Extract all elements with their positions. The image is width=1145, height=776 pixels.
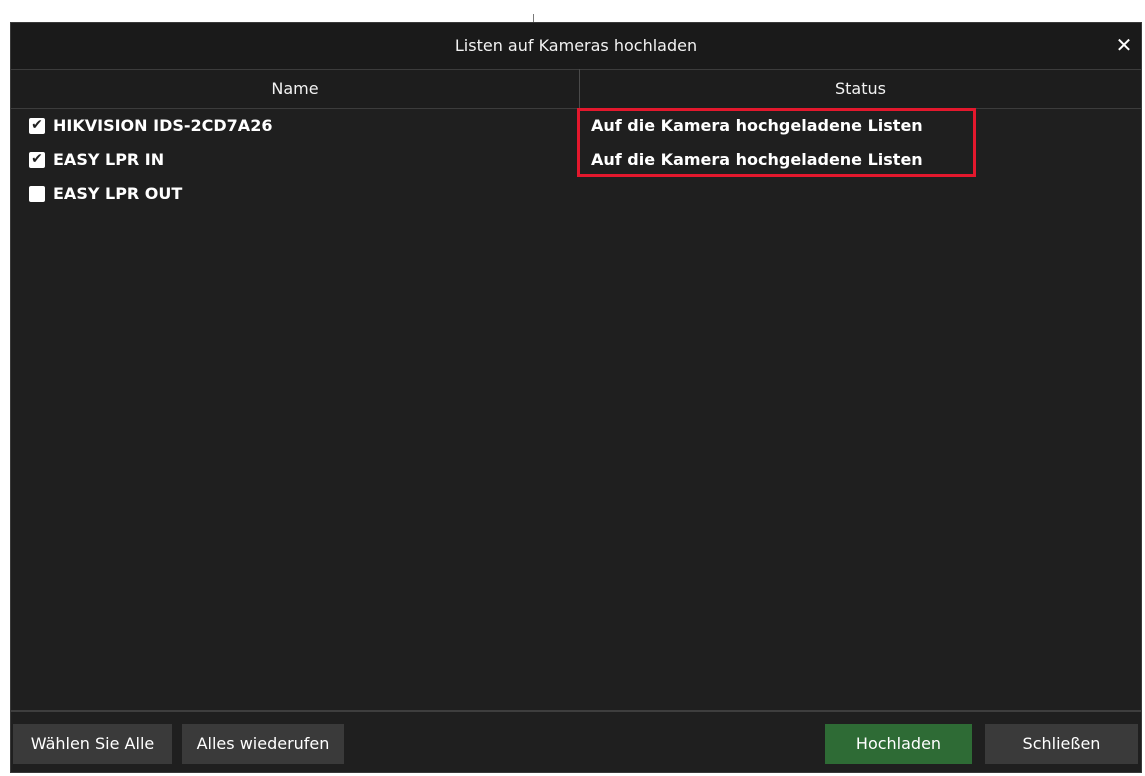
row-checkbox[interactable] [29,186,45,202]
dialog-footer: Wählen Sie Alle Alles wiederufen Hochlad… [11,710,1141,772]
check-icon: ✔ [31,117,43,133]
close-button[interactable]: Schließen [985,724,1138,764]
upload-button[interactable]: Hochladen [825,724,972,764]
camera-name: HIKVISION IDS-2CD7A26 [53,116,273,135]
camera-status: Auf die Kamera hochgeladene Listen [591,150,923,169]
close-icon[interactable]: ✕ [1113,34,1135,56]
row-checkbox[interactable]: ✔ [29,117,45,134]
revoke-all-button[interactable]: Alles wiederufen [182,724,344,764]
upload-lists-dialog: Listen auf Kameras hochladen ✕ Name Stat… [10,22,1142,773]
column-header-name[interactable]: Name [11,70,579,108]
column-divider[interactable] [579,69,580,109]
column-header-status[interactable]: Status [580,70,1141,108]
background-divider [533,14,534,22]
table-row[interactable]: EASY LPR OUT [11,177,1141,211]
row-checkbox[interactable]: ✔ [29,151,45,168]
select-all-button[interactable]: Wählen Sie Alle [13,724,172,764]
table-row[interactable]: ✔ EASY LPR IN Auf die Kamera hochgeladen… [11,143,1141,177]
background-strip [0,0,1145,18]
dialog-title: Listen auf Kameras hochladen [454,36,698,55]
table-header: Name Status [11,69,1141,109]
check-icon: ✔ [31,151,43,167]
camera-name: EASY LPR IN [53,150,165,169]
dialog-titlebar: Listen auf Kameras hochladen ✕ [11,23,1141,69]
camera-name: EASY LPR OUT [53,184,183,203]
table-row[interactable]: ✔ HIKVISION IDS-2CD7A26 Auf die Kamera h… [11,109,1141,143]
camera-status: Auf die Kamera hochgeladene Listen [591,116,923,135]
